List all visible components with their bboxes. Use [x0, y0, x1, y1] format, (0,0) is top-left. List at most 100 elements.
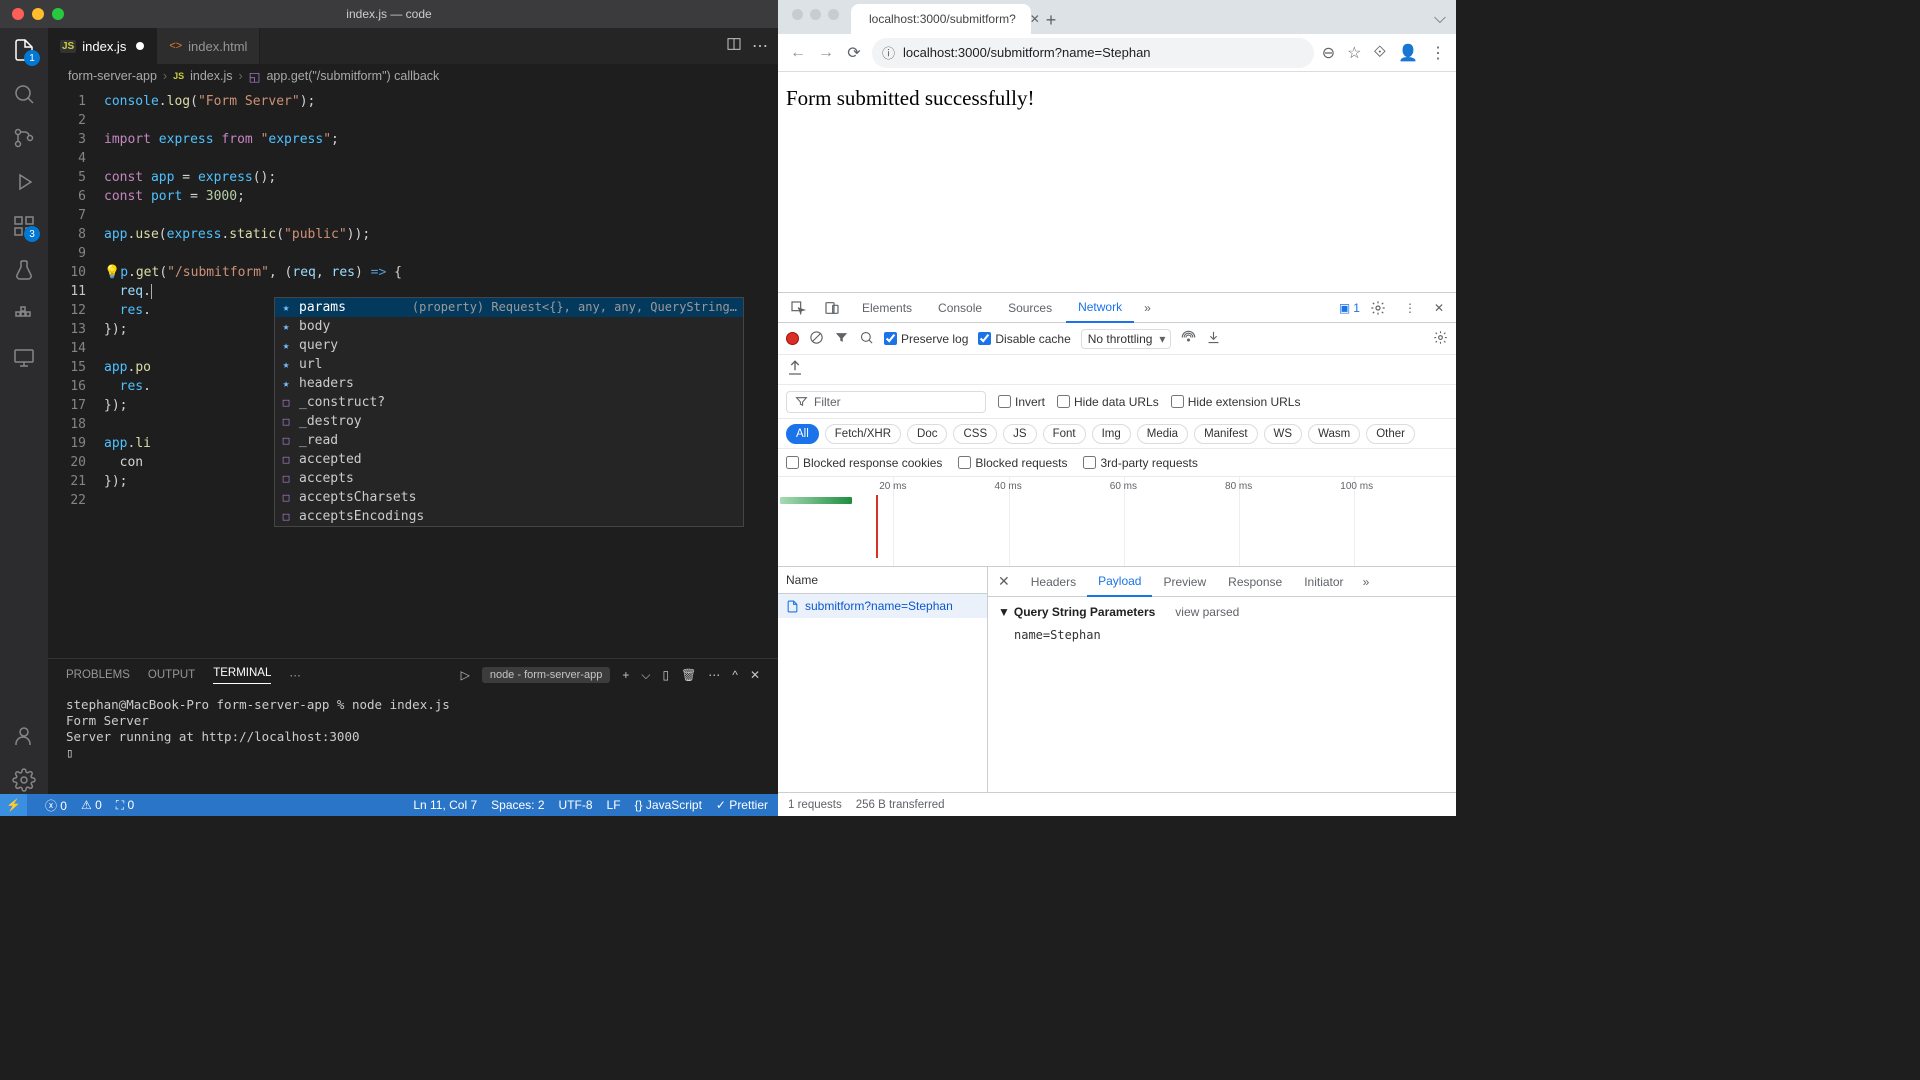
- issues-badge[interactable]: ▣ 1: [1339, 301, 1360, 315]
- record-button[interactable]: [786, 332, 799, 345]
- device-toggle-icon[interactable]: [816, 294, 848, 322]
- panel-up-icon[interactable]: ^: [732, 668, 738, 682]
- breadcrumb-file[interactable]: index.js: [190, 69, 232, 83]
- invert-checkbox[interactable]: Invert: [998, 395, 1045, 409]
- type-filter-manifest[interactable]: Manifest: [1194, 424, 1257, 444]
- tab-index-js[interactable]: JS index.js: [48, 28, 157, 64]
- terminal-content[interactable]: stephan@MacBook-Pro form-server-app % no…: [48, 691, 778, 794]
- third-party-checkbox[interactable]: 3rd-party requests: [1083, 456, 1197, 470]
- menu-icon[interactable]: ⋮: [1430, 43, 1446, 63]
- tabs-overflow-icon[interactable]: »: [1136, 295, 1159, 321]
- terminal-selector[interactable]: node - form-server-app: [482, 667, 611, 683]
- panel-close-icon[interactable]: ✕: [750, 668, 760, 682]
- intellisense-item[interactable]: ★headers: [275, 374, 743, 393]
- explorer-icon[interactable]: 1: [10, 36, 38, 64]
- filter-input[interactable]: Filter: [786, 391, 986, 413]
- intellisense-item[interactable]: □accepts: [275, 469, 743, 488]
- prettier-status[interactable]: ✓ Prettier: [716, 798, 768, 812]
- intellisense-item[interactable]: □accepted: [275, 450, 743, 469]
- site-info-icon[interactable]: ⓘ: [882, 43, 895, 62]
- search-icon[interactable]: [859, 330, 874, 348]
- breadcrumb-symbol[interactable]: app.get("/submitform") callback: [266, 69, 439, 83]
- type-filter-wasm[interactable]: Wasm: [1308, 424, 1360, 444]
- remote-indicator[interactable]: ⚡: [0, 794, 27, 816]
- blocked-cookies-checkbox[interactable]: Blocked response cookies: [786, 456, 942, 470]
- devtools-tab-sources[interactable]: Sources: [996, 294, 1064, 322]
- intellisense-item[interactable]: ★body: [275, 317, 743, 336]
- terminal-more-icon[interactable]: ⋯: [708, 668, 720, 682]
- devtools-tab-elements[interactable]: Elements: [850, 294, 924, 322]
- type-filter-all[interactable]: All: [786, 424, 819, 444]
- window-max-dot[interactable]: [828, 9, 839, 20]
- docker-icon[interactable]: [10, 300, 38, 328]
- detail-tab-preview[interactable]: Preview: [1152, 568, 1217, 596]
- panel-tab-problems[interactable]: PROBLEMS: [66, 669, 130, 681]
- cursor-position[interactable]: Ln 11, Col 7: [413, 798, 477, 812]
- split-terminal-icon[interactable]: ▯: [662, 668, 669, 682]
- type-filter-doc[interactable]: Doc: [907, 424, 947, 444]
- forward-button[interactable]: →: [816, 44, 836, 62]
- devtools-menu-icon[interactable]: ⋮: [1396, 295, 1424, 321]
- accounts-icon[interactable]: [10, 722, 38, 750]
- intellisense-item[interactable]: ★url: [275, 355, 743, 374]
- export-har-icon[interactable]: [786, 359, 804, 380]
- detail-tab-payload[interactable]: Payload: [1087, 567, 1152, 597]
- language-mode[interactable]: {} JavaScript: [635, 798, 702, 812]
- filter-toggle-icon[interactable]: [834, 330, 849, 348]
- intellisense-item[interactable]: □acceptsEncodings: [275, 507, 743, 526]
- warnings-count[interactable]: ⚠ 0: [81, 798, 102, 812]
- hide-ext-urls-checkbox[interactable]: Hide extension URLs: [1171, 395, 1301, 409]
- settings-icon[interactable]: [10, 766, 38, 794]
- address-bar[interactable]: ⓘ localhost:3000/submitform?name=Stephan: [872, 38, 1314, 68]
- intellisense-item[interactable]: ★query: [275, 336, 743, 355]
- inspect-icon[interactable]: [782, 294, 814, 322]
- panel-tab-terminal[interactable]: TERMINAL: [213, 667, 271, 684]
- kill-terminal-icon[interactable]: 🗑: [681, 668, 696, 682]
- window-max-dot[interactable]: [52, 8, 64, 20]
- search-icon[interactable]: [10, 80, 38, 108]
- intellisense-popup[interactable]: ★params(property) Request<{}, any, any, …: [274, 297, 744, 527]
- type-filter-fetch/xhr[interactable]: Fetch/XHR: [825, 424, 901, 444]
- hide-data-urls-checkbox[interactable]: Hide data URLs: [1057, 395, 1159, 409]
- clear-icon[interactable]: [809, 330, 824, 348]
- extensions-icon[interactable]: ⟐: [1373, 44, 1386, 62]
- name-column-header[interactable]: Name: [778, 567, 987, 594]
- new-tab-button[interactable]: +: [1037, 6, 1065, 34]
- window-min-dot[interactable]: [32, 8, 44, 20]
- window-min-dot[interactable]: [810, 9, 821, 20]
- port-forward[interactable]: ⛶ 0: [116, 798, 134, 813]
- view-parsed-link[interactable]: view parsed: [1175, 605, 1239, 619]
- network-conditions-icon[interactable]: [1181, 330, 1196, 348]
- remote-icon[interactable]: [10, 344, 38, 372]
- import-har-icon[interactable]: [1206, 330, 1221, 348]
- type-filter-font[interactable]: Font: [1043, 424, 1086, 444]
- type-filter-img[interactable]: Img: [1092, 424, 1131, 444]
- intellisense-item[interactable]: □_construct?: [275, 393, 743, 412]
- reload-button[interactable]: ⟳: [844, 43, 864, 63]
- source-control-icon[interactable]: [10, 124, 38, 152]
- detail-tab-initiator[interactable]: Initiator: [1293, 568, 1354, 596]
- type-filter-media[interactable]: Media: [1137, 424, 1188, 444]
- intellisense-item[interactable]: □_read: [275, 431, 743, 450]
- more-icon[interactable]: ⋯: [752, 36, 768, 56]
- blocked-requests-checkbox[interactable]: Blocked requests: [958, 456, 1067, 470]
- type-filter-css[interactable]: CSS: [953, 424, 997, 444]
- bookmark-icon[interactable]: ☆: [1347, 43, 1361, 63]
- indent-setting[interactable]: Spaces: 2: [491, 798, 544, 812]
- panel-tab-output[interactable]: OUTPUT: [148, 669, 195, 681]
- zoom-icon[interactable]: ⊖: [1322, 43, 1335, 63]
- detail-tab-response[interactable]: Response: [1217, 568, 1293, 596]
- encoding[interactable]: UTF-8: [559, 798, 593, 812]
- network-settings-icon[interactable]: [1433, 330, 1448, 348]
- type-filter-other[interactable]: Other: [1366, 424, 1415, 444]
- devtools-close-icon[interactable]: ✕: [1426, 295, 1452, 321]
- profile-icon[interactable]: 👤: [1398, 43, 1418, 63]
- payload-section[interactable]: ▼Query String Parametersview parsed: [998, 605, 1446, 619]
- testing-icon[interactable]: [10, 256, 38, 284]
- run-debug-icon[interactable]: [10, 168, 38, 196]
- disable-cache-checkbox[interactable]: Disable cache: [978, 332, 1070, 346]
- intellisense-item[interactable]: □acceptsCharsets: [275, 488, 743, 507]
- detail-close-button[interactable]: ✕: [988, 573, 1020, 590]
- window-close-dot[interactable]: [12, 8, 24, 20]
- throttling-select[interactable]: No throttling: [1081, 329, 1172, 349]
